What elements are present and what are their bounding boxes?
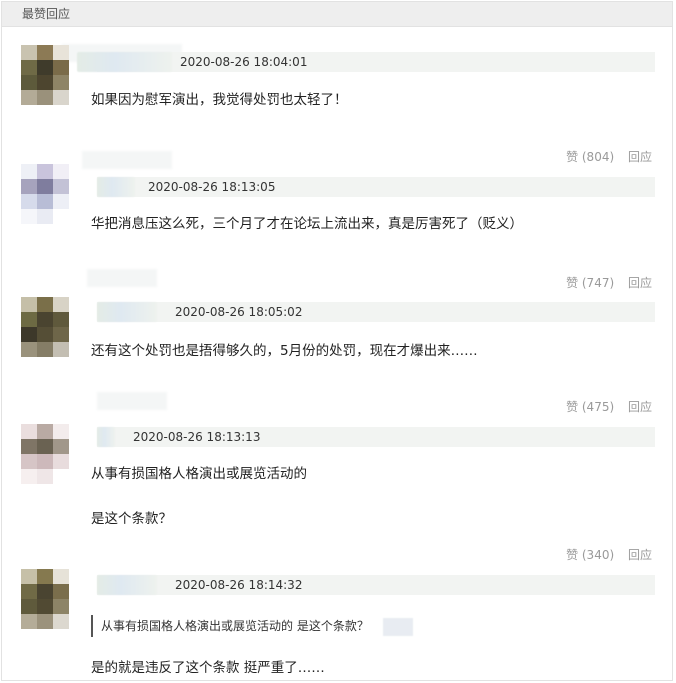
comment-time: 2020-08-26 18:14:32 xyxy=(175,578,303,592)
comment-actions: 赞 (747) 回应 xyxy=(566,275,652,291)
avatar[interactable] xyxy=(21,424,69,484)
comment-actions: 赞 (475) 回应 xyxy=(566,399,652,415)
like-button[interactable]: 赞 (340) xyxy=(566,548,614,562)
quote-block: 从事有损国格人格演出或展览活动的 是这个条款？ xyxy=(91,615,413,637)
comment-time: 2020-08-26 18:13:13 xyxy=(133,430,261,444)
ghost-blur xyxy=(82,151,172,169)
top-comments-panel: 最赞回应 2020-08-26 18:04:01 如果因为慰军演出，我觉得处罚也… xyxy=(1,1,673,681)
comment-meta: 2020-08-26 18:13:05 xyxy=(97,177,655,197)
comment-text: 华把消息压这么死，三个月了才在论坛上流出来，真是厉害死了（贬义） xyxy=(91,216,523,232)
reply-button[interactable]: 回应 xyxy=(628,150,652,164)
comment-text: 如果因为慰军演出，我觉得处罚也太轻了！ xyxy=(91,92,348,108)
comment-time: 2020-08-26 18:05:02 xyxy=(175,305,303,319)
like-button[interactable]: 赞 (804) xyxy=(566,150,614,164)
comment-actions: 赞 (340) 回应 xyxy=(566,547,652,563)
quote-author[interactable] xyxy=(382,617,413,636)
comment-text: 还有这个处罚也是捂得够久的，5月份的处罚，现在才爆出来…… xyxy=(91,343,478,359)
comment-actions: 赞 (804) 回应 xyxy=(566,149,652,165)
comment-text: 是这个条款？ xyxy=(91,511,172,527)
comment-meta: 2020-08-26 18:05:02 xyxy=(97,302,655,322)
comment-meta: 2020-08-26 18:13:13 xyxy=(97,427,655,447)
avatar[interactable] xyxy=(21,297,69,357)
username[interactable] xyxy=(97,302,157,322)
comment-time: 2020-08-26 18:13:05 xyxy=(148,180,276,194)
ghost-blur xyxy=(97,392,167,410)
like-button[interactable]: 赞 (475) xyxy=(566,400,614,414)
comment-time: 2020-08-26 18:04:01 xyxy=(180,55,308,69)
reply-button[interactable]: 回应 xyxy=(628,400,652,414)
username[interactable] xyxy=(97,177,135,197)
username[interactable] xyxy=(97,575,157,595)
avatar[interactable] xyxy=(21,164,69,224)
reply-button[interactable]: 回应 xyxy=(628,276,652,290)
comment-meta: 2020-08-26 18:04:01 xyxy=(77,52,655,72)
ghost-blur xyxy=(87,269,157,287)
comment-text: 从事有损国格人格演出或展览活动的 xyxy=(91,466,307,482)
comment-meta: 2020-08-26 18:14:32 xyxy=(97,575,655,595)
like-button[interactable]: 赞 (747) xyxy=(566,276,614,290)
quote-text: 从事有损国格人格演出或展览活动的 是这个条款？ xyxy=(101,619,369,633)
avatar[interactable] xyxy=(21,45,69,105)
username[interactable] xyxy=(97,427,115,447)
reply-button[interactable]: 回应 xyxy=(628,548,652,562)
comment-text: 是的就是违反了这个条款 挺严重了…… xyxy=(91,660,325,676)
panel-title: 最赞回应 xyxy=(2,2,672,27)
username[interactable] xyxy=(77,52,172,72)
avatar[interactable] xyxy=(21,569,69,629)
